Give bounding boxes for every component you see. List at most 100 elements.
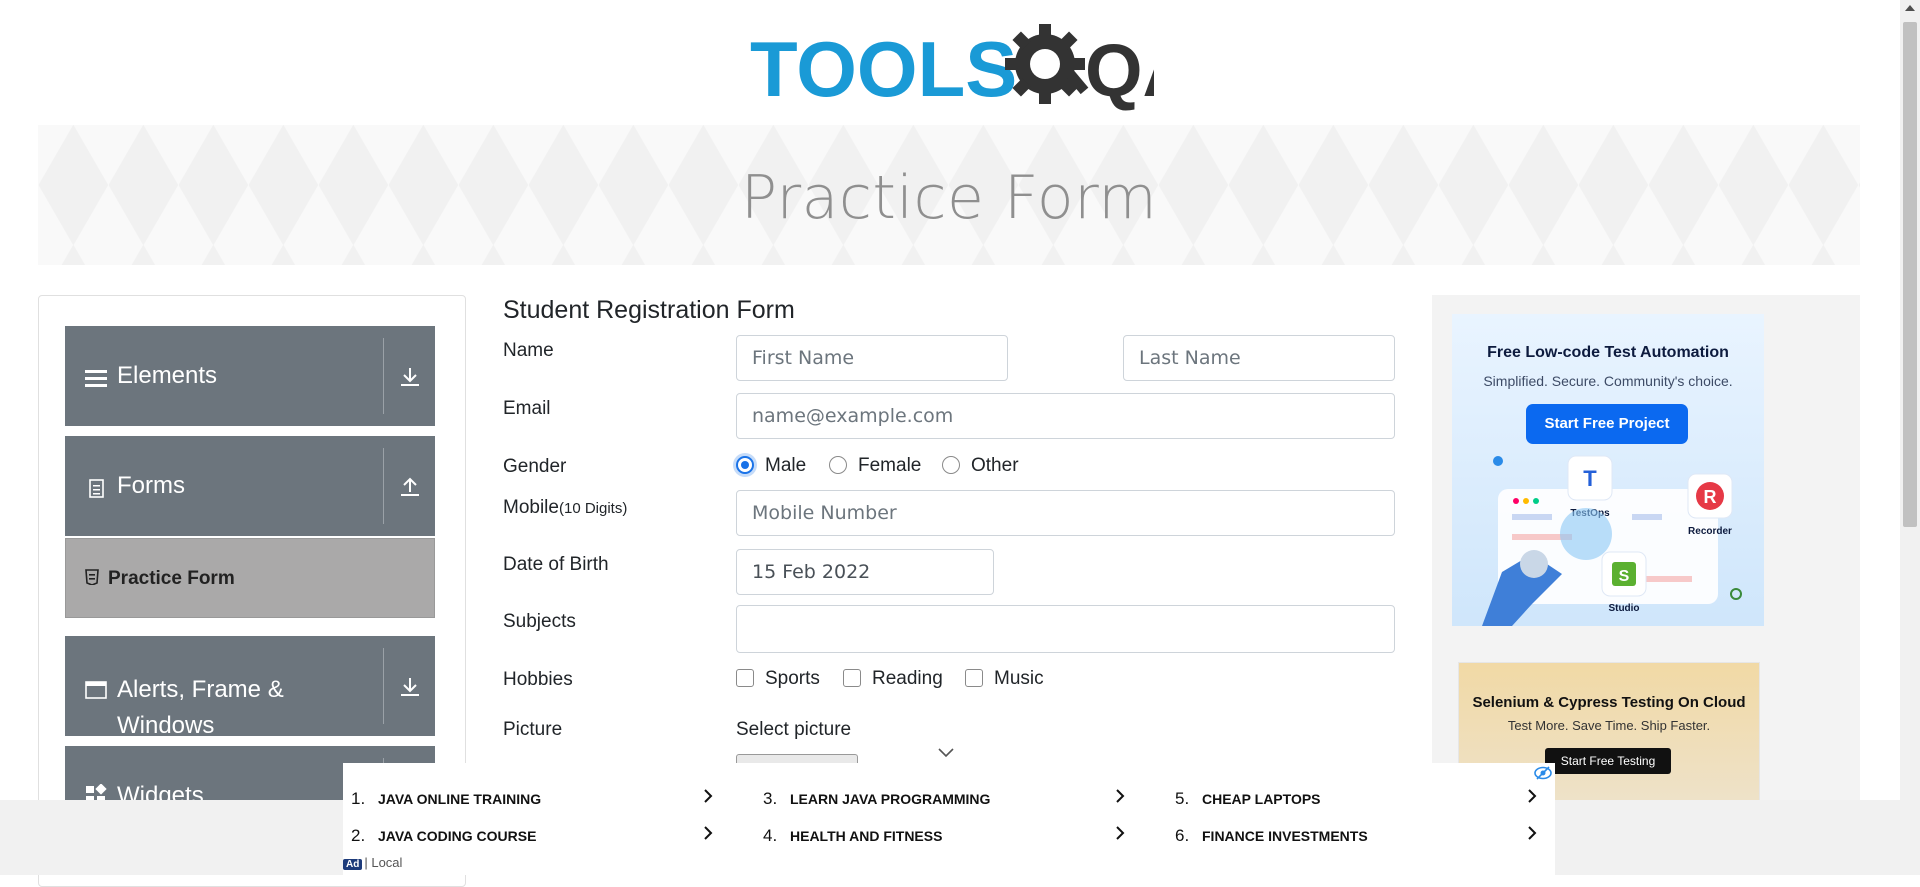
sidebar-group-forms[interactable]: Forms xyxy=(65,436,435,536)
ad-link-text: FINANCE INVESTMENTS xyxy=(1202,828,1368,844)
ad-title: Selenium & Cypress Testing On Cloud xyxy=(1472,694,1746,711)
chevron-right-icon xyxy=(1116,789,1125,803)
ad-subtitle: Test More. Save Time. Ship Faster. xyxy=(1507,718,1711,733)
ad-badge: Ad xyxy=(343,859,363,870)
gender-radio-other[interactable] xyxy=(942,456,960,474)
label-line-1: Alerts, Frame & xyxy=(117,676,284,703)
hobby-checkbox-reading[interactable] xyxy=(843,669,861,687)
ad-link[interactable]: 4. HEALTH AND FITNESS xyxy=(755,820,1135,850)
upload-icon[interactable] xyxy=(399,476,421,498)
chevron-right-icon xyxy=(1528,826,1537,840)
gender-radio-female[interactable] xyxy=(829,456,847,474)
chevron-down-icon[interactable] xyxy=(937,747,955,759)
ad-cta-button[interactable]: Start Free Project xyxy=(1526,404,1688,444)
chevron-right-icon xyxy=(704,789,713,803)
logo-text-primary: TOOLS xyxy=(750,25,1017,113)
subjects-input[interactable] xyxy=(736,605,1395,653)
badge-icon xyxy=(85,569,99,585)
ad-cta-button[interactable]: Start Free Testing xyxy=(1545,748,1671,774)
dob-label: Date of Birth xyxy=(503,554,609,575)
sidebar-group-label: Forms xyxy=(117,472,185,499)
sidebar-group-label: Elements xyxy=(117,362,218,389)
gear-icon xyxy=(1005,24,1089,104)
ad-link[interactable]: 2. JAVA CODING COURSE xyxy=(343,820,723,850)
download-icon[interactable] xyxy=(399,366,421,388)
sidebar-group-alerts[interactable]: Alerts, Frame & Windows xyxy=(65,636,435,739)
svg-text:T: T xyxy=(1583,466,1597,491)
chevron-right-icon xyxy=(704,826,713,840)
ad-link-text: JAVA ONLINE TRAINING xyxy=(378,791,542,807)
hobby-option-label[interactable]: Music xyxy=(994,668,1044,690)
hobbies-label: Hobbies xyxy=(503,669,573,690)
hobby-checkbox-music[interactable] xyxy=(965,669,983,687)
ad-katalon[interactable]: Free Low-code Test Automation Simplified… xyxy=(1452,314,1764,626)
ad-link-number: 3. xyxy=(763,789,778,808)
subjects-label: Subjects xyxy=(503,611,576,632)
ad-link-text: HEALTH AND FITNESS xyxy=(790,828,943,844)
ad-link-text: LEARN JAVA PROGRAMMING xyxy=(790,791,991,807)
gender-option-label[interactable]: Male xyxy=(765,455,806,477)
chevron-right-icon xyxy=(1528,789,1537,803)
gender-option-label[interactable]: Other xyxy=(971,455,1019,477)
ad-link-number: 2. xyxy=(351,826,366,845)
page-banner: Practice Form xyxy=(38,125,1860,265)
mobile-label-text: Mobile xyxy=(503,497,559,518)
gender-option-label[interactable]: Female xyxy=(858,455,921,477)
chevron-right-icon xyxy=(1116,826,1125,840)
ad-label-studio: Studio xyxy=(1608,603,1639,614)
ad-link[interactable]: 5. CHEAP LAPTOPS xyxy=(1167,783,1547,813)
ad-title: Free Low-code Test Automation xyxy=(1487,344,1729,361)
ad-footer-text: | Local xyxy=(364,855,403,870)
picture-label: Picture xyxy=(503,719,563,740)
sidebar-item-practice-form[interactable]: Practice Form xyxy=(65,538,435,618)
select-picture-label: Select picture xyxy=(736,719,852,740)
download-icon[interactable] xyxy=(399,676,421,698)
last-name-input[interactable]: Last Name xyxy=(1123,335,1395,381)
hobby-checkbox-sports[interactable] xyxy=(736,669,754,687)
hamburger-icon xyxy=(85,370,107,387)
scrollbar-thumb[interactable] xyxy=(1903,22,1917,527)
email-label: Email xyxy=(503,398,551,419)
page-scrollbar[interactable] xyxy=(1900,0,1920,875)
toolsqa-logo[interactable]: TOOLS QA xyxy=(750,18,1196,114)
divider xyxy=(383,448,384,524)
divider xyxy=(383,338,384,414)
window-icon xyxy=(85,681,107,699)
name-label: Name xyxy=(503,340,554,361)
ad-link-text: JAVA CODING COURSE xyxy=(378,828,537,844)
svg-text:S: S xyxy=(1619,568,1630,585)
label-line-2: Windows xyxy=(117,712,215,739)
ad-footer: Ad | Local xyxy=(343,855,402,870)
hobby-option-label[interactable]: Sports xyxy=(765,668,820,690)
ad-link-number: 6. xyxy=(1175,826,1190,845)
mobile-label: Mobile(10 Digits) xyxy=(503,497,627,519)
sidebar-item-label: Practice Form xyxy=(108,568,235,589)
mobile-input[interactable]: Mobile Number xyxy=(736,490,1395,536)
ad-link[interactable]: 6. FINANCE INVESTMENTS xyxy=(1167,820,1547,850)
ad-link[interactable]: 3. LEARN JAVA PROGRAMMING xyxy=(755,783,1135,813)
ad-label-recorder: Recorder xyxy=(1688,526,1732,537)
mobile-hint: (10 Digits) xyxy=(558,500,628,517)
form-title: Student Registration Form xyxy=(503,296,795,324)
divider xyxy=(383,648,384,724)
document-icon xyxy=(89,479,104,498)
ad-subtitle: Simplified. Secure. Community's choice. xyxy=(1483,373,1733,389)
ad-link-number: 1. xyxy=(351,789,366,808)
ad-link-text: CHEAP LAPTOPS xyxy=(1202,791,1321,807)
sidebar-group-elements[interactable]: Elements xyxy=(65,326,435,426)
scroll-up-arrow[interactable] xyxy=(1905,5,1915,11)
sidebar-group-label: Alerts, Frame & Windows xyxy=(117,672,284,744)
date-of-birth-input[interactable]: 15 Feb 2022 xyxy=(736,549,994,595)
ad-link-number: 4. xyxy=(763,826,778,845)
adchoices-icon[interactable] xyxy=(1534,766,1552,780)
ad-link[interactable]: 1. JAVA ONLINE TRAINING xyxy=(343,783,723,813)
first-name-input[interactable]: First Name xyxy=(736,335,1008,381)
svg-text:R: R xyxy=(1704,487,1717,507)
email-input[interactable]: name@example.com xyxy=(736,393,1395,439)
ad-illustration: T TestOps R Recorder S Studio xyxy=(1482,455,1742,626)
gender-radio-male[interactable] xyxy=(736,456,754,474)
gender-label: Gender xyxy=(503,456,567,477)
hobby-option-label[interactable]: Reading xyxy=(872,668,943,690)
ad-link-number: 5. xyxy=(1175,789,1190,808)
logo-text-secondary: QA xyxy=(1085,29,1154,112)
